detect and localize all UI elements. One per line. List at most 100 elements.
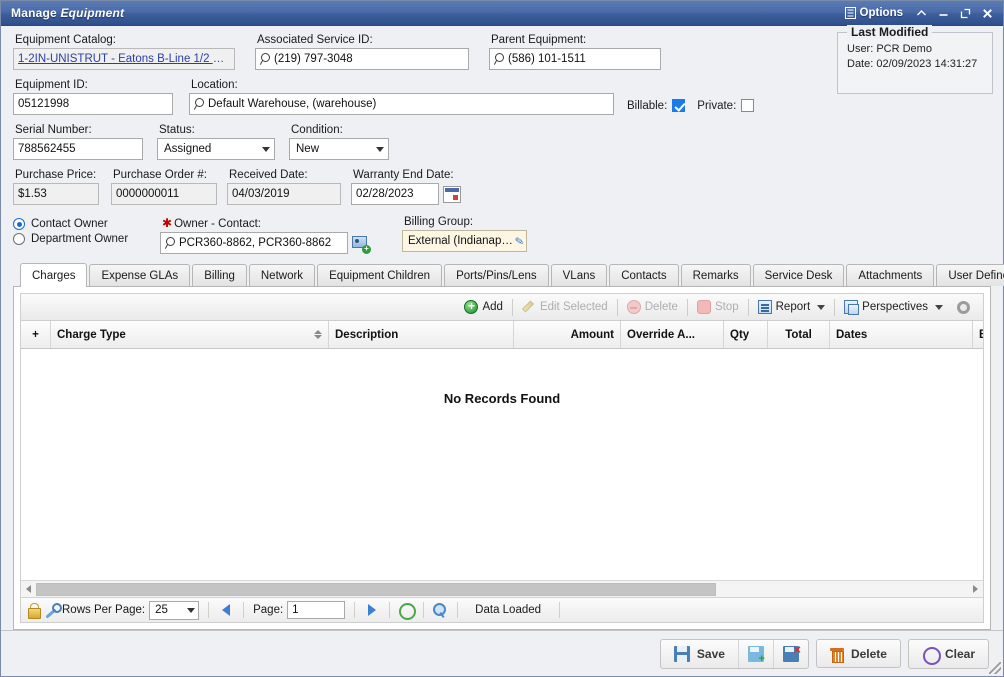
equipment-id-input[interactable]: 05121998 (13, 93, 173, 115)
tab-contacts[interactable]: Contacts (609, 264, 678, 286)
pencil-icon[interactable]: ✎ (514, 234, 525, 248)
delete-icon (627, 300, 641, 314)
tab-attachments[interactable]: Attachments (846, 264, 934, 286)
save-button[interactable]: Save (661, 640, 739, 668)
window-action-bar: Save Delete Clear (1, 630, 1003, 676)
stop-icon (697, 300, 711, 314)
grid-column-expand[interactable]: + (21, 321, 51, 348)
scrollbar-track[interactable] (36, 583, 968, 596)
toolbar-separator (512, 299, 513, 316)
options-button[interactable]: Options (839, 5, 909, 21)
report-button[interactable]: Report (751, 298, 833, 316)
sort-icon[interactable] (314, 330, 322, 339)
rows-per-page-select[interactable]: 25 (149, 601, 199, 620)
clear-button[interactable]: Clear (909, 640, 988, 668)
lock-icon[interactable] (27, 603, 40, 617)
tab-remarks[interactable]: Remarks (681, 264, 751, 286)
grid-column-override-amount[interactable]: Override A... (621, 321, 724, 348)
owner-type-radiogroup: Contact Owner Department Owner (13, 216, 153, 245)
equipment-id-group: Equipment ID: 05121998 (13, 79, 173, 115)
billable-checkbox-wrap[interactable]: Billable: (627, 99, 685, 112)
serial-number-input[interactable]: 788562455 (13, 138, 143, 160)
purchase-price-input[interactable]: $1.53 (13, 183, 99, 205)
grid-body: No Records Found (21, 349, 983, 580)
contact-owner-radio-wrap[interactable]: Contact Owner (13, 218, 153, 230)
private-label: Private: (697, 100, 736, 112)
delete-button[interactable]: Delete (817, 640, 900, 667)
minimize-button[interactable] (933, 4, 953, 23)
tab-charges[interactable]: Charges (20, 263, 87, 287)
window-resize-handle[interactable] (989, 662, 1001, 674)
save-and-close-button[interactable] (774, 640, 808, 668)
page-input[interactable]: 1 (287, 601, 345, 619)
detail-panel: Charges Expense GLAs Billing Network Equ… (13, 263, 991, 630)
private-checkbox-wrap[interactable]: Private: (697, 99, 754, 112)
edit-selected-button[interactable]: Edit Selected (515, 298, 615, 316)
owner-contact-label: ✱Owner - Contact: (162, 216, 370, 230)
add-contact-icon[interactable]: + (352, 234, 370, 253)
collapse-button[interactable] (911, 4, 931, 23)
scroll-left-icon[interactable] (21, 585, 36, 593)
stop-button[interactable]: Stop (690, 298, 746, 316)
equipment-catalog-field[interactable]: 1-2IN-UNISTRUT - Eatons B-Line 1/2 Slot.… (13, 48, 235, 70)
billable-checkbox[interactable] (672, 99, 685, 112)
private-checkbox[interactable] (741, 99, 754, 112)
received-date-input[interactable]: 04/03/2019 (227, 183, 341, 205)
associated-service-id-input[interactable]: (219) 797-3048 (255, 48, 469, 70)
condition-select[interactable]: New (289, 138, 389, 160)
owner-contact-input[interactable]: PCR360-8862, PCR360-8862 (160, 232, 348, 254)
scrollbar-thumb[interactable] (36, 583, 716, 596)
purchase-price-value: $1.53 (18, 188, 47, 200)
wrench-icon[interactable] (44, 603, 58, 617)
grid-settings-button[interactable] (950, 299, 977, 316)
department-owner-radio-wrap[interactable]: Department Owner (13, 233, 153, 245)
parent-equipment-group: Parent Equipment: (586) 101-1511 (489, 34, 661, 70)
tab-billing[interactable]: Billing (192, 264, 247, 286)
tab-expense-glas[interactable]: Expense GLAs (89, 264, 190, 286)
grid-column-description[interactable]: Description (329, 321, 514, 348)
tab-network[interactable]: Network (249, 264, 315, 286)
tab-service-desk[interactable]: Service Desk (753, 264, 845, 286)
calendar-icon[interactable] (443, 186, 461, 203)
contact-owner-radio[interactable] (13, 218, 25, 230)
last-modified-date: Date: 02/09/2023 14:31:27 (847, 57, 984, 72)
scroll-right-icon[interactable] (968, 585, 983, 593)
grid-column-bill[interactable]: Bill (973, 321, 983, 348)
tab-vlans[interactable]: VLans (551, 264, 608, 286)
footer-separator (208, 602, 209, 618)
previous-page-icon[interactable] (218, 602, 234, 618)
save-and-new-button[interactable] (739, 640, 774, 668)
restore-button[interactable] (955, 4, 975, 23)
add-icon (464, 300, 478, 314)
search-icon[interactable] (433, 603, 448, 618)
grid-column-total[interactable]: Total (768, 321, 830, 348)
perspectives-button[interactable]: Perspectives (837, 298, 950, 316)
grid-column-label: Charge Type (57, 329, 126, 341)
toolbar-separator (617, 299, 618, 316)
perspectives-label: Perspectives (862, 301, 928, 313)
next-page-icon[interactable] (364, 602, 380, 618)
grid-column-dates[interactable]: Dates (830, 321, 973, 348)
status-select[interactable]: Assigned (157, 138, 275, 160)
tab-label: Expense GLAs (101, 270, 178, 282)
close-button[interactable] (977, 4, 997, 23)
grid-horizontal-scrollbar[interactable] (21, 580, 983, 597)
tab-ports-pins-lens[interactable]: Ports/Pins/Lens (444, 264, 549, 286)
grid-column-amount[interactable]: Amount (514, 321, 621, 348)
refresh-icon[interactable] (399, 603, 414, 618)
grid-column-charge-type[interactable]: Charge Type (51, 321, 329, 348)
stop-label: Stop (715, 301, 739, 313)
delete-button[interactable]: Delete (620, 298, 685, 316)
purchase-order-input[interactable]: 0000000011 (111, 183, 217, 205)
add-button[interactable]: Add (457, 298, 509, 316)
warranty-end-date-input[interactable]: 02/28/2023 (351, 183, 439, 205)
tab-user-defined-fields[interactable]: User Defined Fields (936, 264, 1004, 286)
parent-equipment-input[interactable]: (586) 101-1511 (489, 48, 661, 70)
billing-group-field[interactable]: External (Indianapolis) ✎ (402, 230, 527, 252)
location-input[interactable]: Default Warehouse, (warehouse) (189, 93, 614, 115)
tab-equipment-children[interactable]: Equipment Children (317, 264, 442, 286)
department-owner-radio[interactable] (13, 233, 25, 245)
required-marker: ✱ (162, 216, 172, 230)
grid-column-qty[interactable]: Qty (724, 321, 768, 348)
equipment-catalog-link[interactable]: 1-2IN-UNISTRUT - Eatons B-Line 1/2 Slot.… (18, 53, 230, 65)
